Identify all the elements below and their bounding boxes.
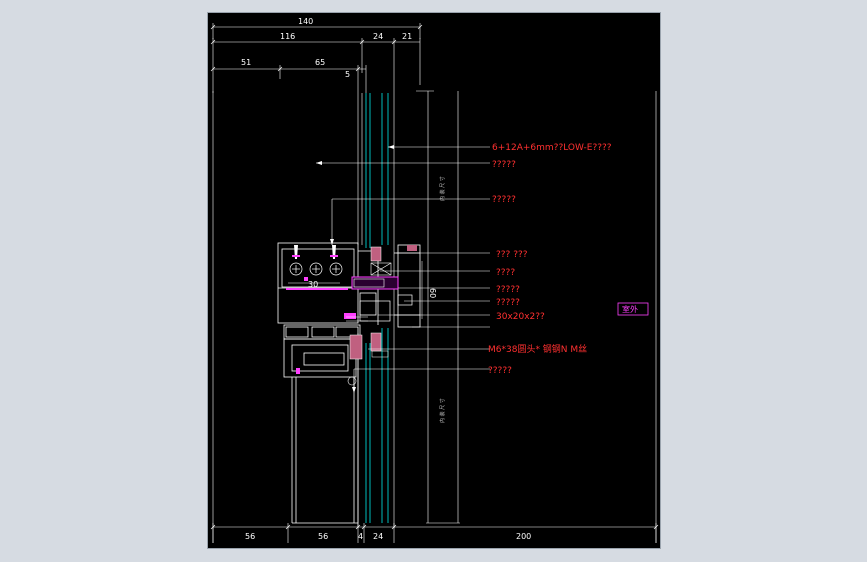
bottom-dimension-chain [210,523,659,543]
dim-5: 5 [345,70,350,79]
reference-lines [212,90,657,543]
dim-24-top: 24 [373,32,383,41]
dim-65: 65 [315,58,325,67]
dim-bottom-200: 200 [516,532,531,541]
upper-outer-gasket [407,245,417,251]
upper-pink-marks [292,255,338,281]
dim-116: 116 [280,32,295,41]
dim-bottom-24: 24 [373,532,383,541]
dim-30: 30 [308,280,318,289]
cad-drawing-viewport[interactable]: 140 116 24 21 51 65 5 30 60 6+12A+6mm??L… [207,12,661,549]
dim-bottom-56-a: 56 [245,532,255,541]
mullion-profile [283,324,361,524]
annotation-7: ????? [496,298,520,308]
annotation-10: ????? [488,366,512,376]
dim-bottom-56-b: 56 [318,532,328,541]
dim-overall-width: 140 [298,17,313,26]
dim-51: 51 [241,58,251,67]
annotation-4: ??? ??? [496,250,528,260]
setting-block [370,262,392,276]
annotation-glass-spec: 6+12A+6mm??LOW-E???? [492,143,612,153]
annotation-5: ???? [496,268,515,278]
curtain-wall-section-drawing: 140 116 24 21 51 65 5 30 60 6+12A+6mm??L… [210,17,659,543]
annotation-bolt: M6*38圆头* 钢钢N M丝 [488,343,587,355]
bracket-bolts [289,262,343,276]
dim-21: 21 [402,32,412,41]
anchor-screws [294,245,336,259]
vertical-note-lower: 内 装 尺 寸 [439,398,446,423]
vertical-note-upper: 内 装 尺 寸 [439,176,446,201]
outside-label: 室外 [622,304,638,314]
annotation-3: ????? [492,195,516,205]
insulated-glass-unit [365,93,389,523]
annotation-6: ????? [496,285,520,295]
dim-bottom-4: 4 [358,532,363,541]
annotation-2: ????? [492,160,516,170]
annotation-8: 30x20x2?? [496,312,545,322]
upper-gasket [370,246,382,262]
dim-60: 60 [428,288,437,298]
